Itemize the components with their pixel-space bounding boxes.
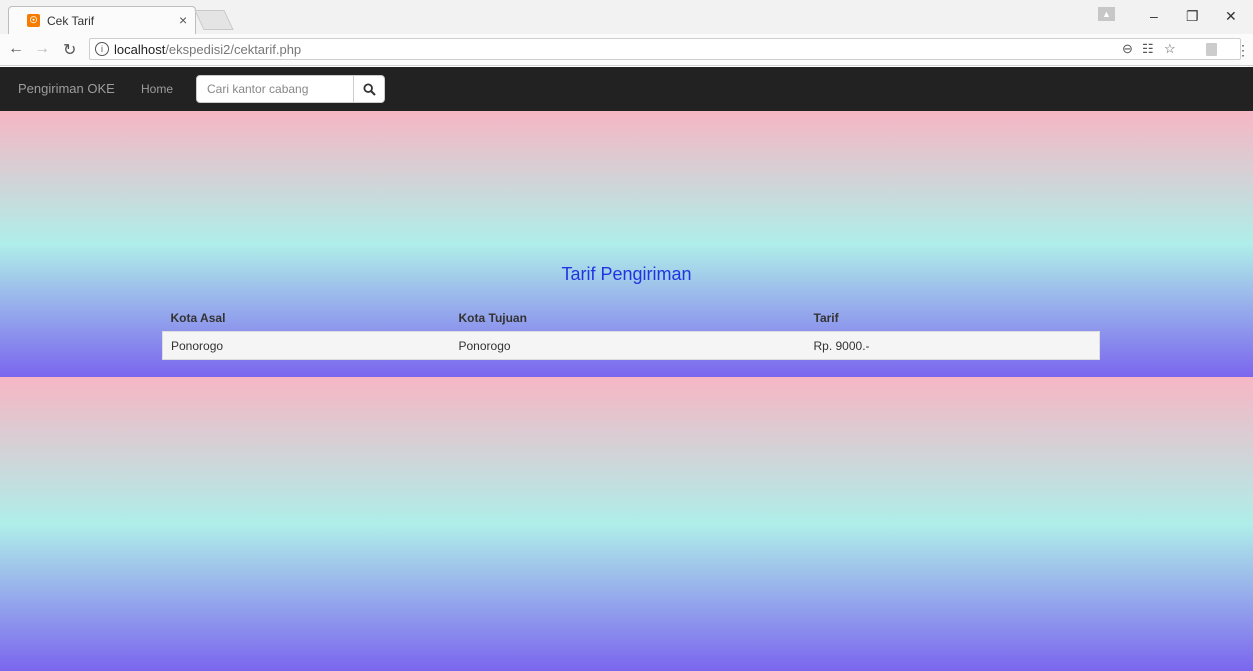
xampp-icon: ☉	[27, 14, 40, 27]
zoom-icon[interactable]: ⊖	[1122, 41, 1133, 57]
menu-kebab-icon[interactable]: ⋮	[1236, 42, 1250, 59]
site-navbar: Pengiriman OKE Home	[0, 67, 1253, 112]
url-text: localhost/ekspedisi2/cektarif.php	[114, 42, 302, 57]
tab-close-icon[interactable]: ×	[179, 12, 187, 28]
pdf-extension-icon[interactable]	[1206, 43, 1217, 56]
content-band-bottom	[0, 377, 1253, 671]
restore-icon[interactable]: ❐	[1186, 8, 1199, 25]
column-header-kota-tujuan: Kota Tujuan	[458, 311, 527, 325]
new-tab-button[interactable]	[194, 10, 234, 30]
navbar-brand[interactable]: Pengiriman OKE	[18, 81, 115, 96]
browser-toolbar: ← → ↻ i localhost/ekspedisi2/cektarif.ph…	[0, 34, 1253, 66]
cell-tarif: Rp. 9000.-	[805, 331, 1100, 360]
column-header-kota-asal: Kota Asal	[170, 311, 226, 325]
minimize-icon[interactable]: –	[1150, 8, 1158, 24]
info-icon[interactable]: i	[95, 42, 109, 56]
bookmark-star-icon[interactable]: ☆	[1164, 41, 1176, 57]
browser-tabstrip: ☉ Cek Tarif × ▲ – ❐ ✕	[0, 0, 1253, 34]
reload-icon[interactable]: ↻	[63, 40, 76, 60]
browser-tab[interactable]: ☉ Cek Tarif ×	[8, 6, 196, 34]
search-input[interactable]	[196, 75, 354, 103]
back-icon[interactable]: ←	[8, 40, 24, 58]
cell-kota-tujuan: Ponorogo	[450, 331, 806, 360]
translate-icon[interactable]: ☷	[1142, 41, 1154, 57]
page-title: Tarif Pengiriman	[561, 264, 692, 284]
search-icon	[363, 83, 376, 96]
tarif-table: Kota Asal Kota Tujuan Tarif Ponorogo Pon…	[162, 305, 1100, 360]
tab-title: Cek Tarif	[47, 14, 95, 28]
profile-icon[interactable]: ▲	[1098, 7, 1115, 21]
address-bar[interactable]: i localhost/ekspedisi2/cektarif.php ⊖ ☷ …	[89, 38, 1241, 60]
cell-kota-asal: Ponorogo	[162, 331, 451, 360]
table-row: Ponorogo Ponorogo Rp. 9000.-	[162, 331, 1100, 360]
column-header-tarif: Tarif	[813, 311, 839, 325]
table-header-row: Kota Asal Kota Tujuan Tarif	[163, 305, 1100, 332]
close-window-icon[interactable]: ✕	[1225, 8, 1237, 25]
search-button[interactable]	[353, 75, 385, 103]
forward-icon[interactable]: →	[34, 40, 50, 58]
nav-home-link[interactable]: Home	[141, 82, 173, 96]
